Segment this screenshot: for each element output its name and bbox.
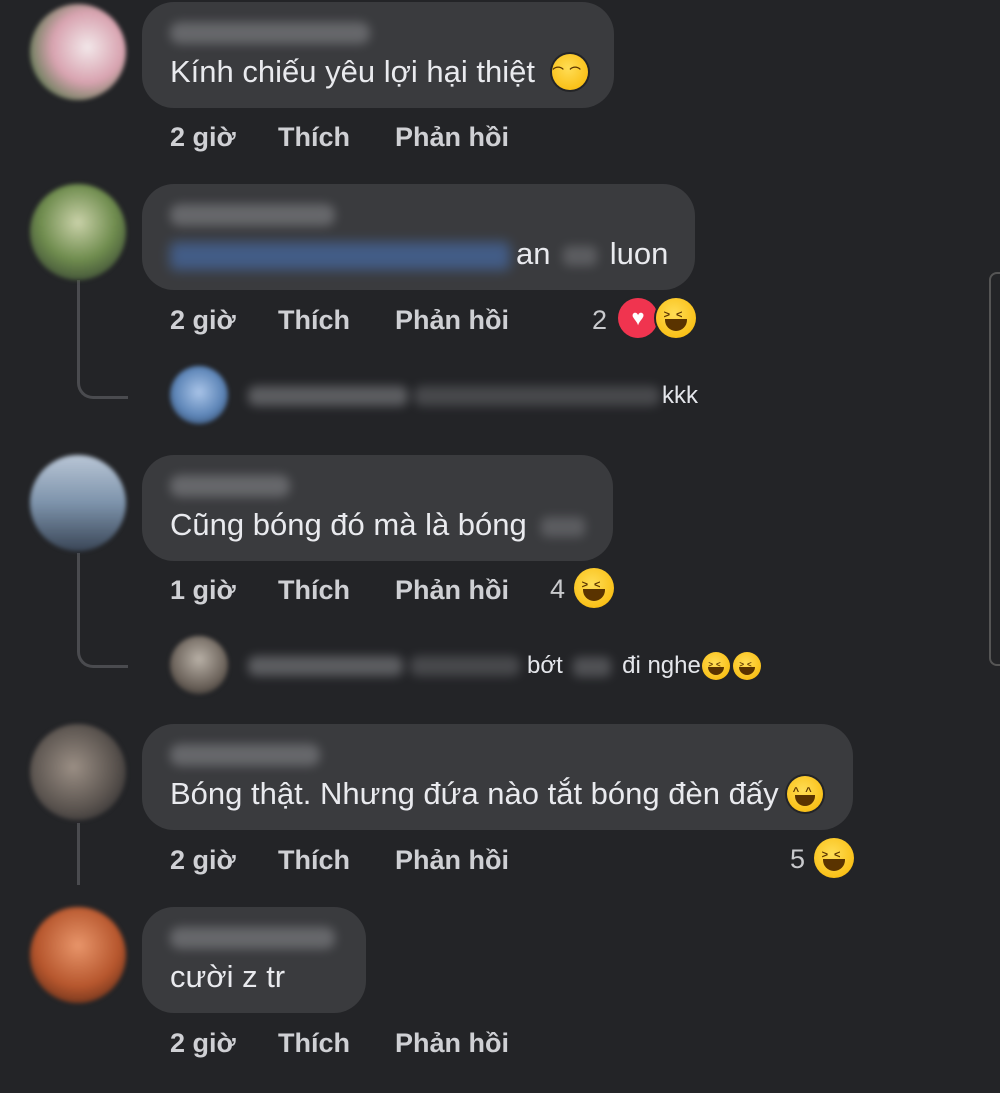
- like-button[interactable]: Thích: [278, 305, 350, 336]
- emoji-mouth: [582, 588, 606, 601]
- scrollbar[interactable]: [989, 272, 1000, 666]
- comment-bubble: Kính chiếu yêu lợi hại thiệt ⌒⌒: [142, 2, 614, 108]
- avatar[interactable]: [30, 724, 126, 820]
- reaction-count[interactable]: 2: [592, 305, 607, 336]
- reply-text-part: đi nghe: [622, 652, 701, 679]
- comment-text-part: an: [516, 236, 551, 271]
- emoji-mouth: [708, 666, 724, 675]
- author-name-blurred[interactable]: [170, 22, 370, 44]
- comment-bubble: Cũng bóng đó mà là bóng: [142, 455, 613, 561]
- reply-button[interactable]: Phản hồi: [395, 122, 509, 153]
- emoji-mouth: [795, 794, 816, 806]
- author-name-blurred[interactable]: [170, 744, 320, 766]
- comment-time[interactable]: 2 giờ: [170, 1028, 236, 1059]
- reply-row: bớt đi nghe >< ><: [170, 636, 790, 698]
- author-name-blurred[interactable]: [170, 927, 335, 949]
- reply-button[interactable]: Phản hồi: [395, 845, 509, 876]
- like-button[interactable]: Thích: [278, 122, 350, 153]
- laughing-reaction-icon[interactable]: ><: [814, 838, 854, 878]
- comment-bubble: Bóng thật. Nhưng đứa nào tắt bóng đèn đấ…: [142, 724, 853, 830]
- reply-text: bớt đi nghe: [527, 652, 701, 680]
- author-name-blurred[interactable]: [170, 475, 290, 497]
- reaction-count[interactable]: 4: [550, 574, 565, 605]
- comment-text-content: Cũng bóng đó mà là bóng: [170, 507, 527, 542]
- comment-text-content: Bóng thật. Nhưng đứa nào tắt bóng đèn đấ…: [170, 776, 779, 811]
- blurred-word: [541, 516, 586, 537]
- comment-time[interactable]: 2 giờ: [170, 305, 236, 336]
- comment-text-part: luon: [609, 236, 669, 271]
- reply-text-part: bớt: [527, 652, 563, 679]
- avatar[interactable]: [30, 455, 126, 551]
- comment-text: Bóng thật. Nhưng đứa nào tắt bóng đèn đấ…: [170, 776, 824, 812]
- avatar[interactable]: [30, 184, 126, 280]
- comment-text: cười z tr: [170, 959, 286, 994]
- heart-reaction-icon[interactable]: ♥: [618, 298, 658, 338]
- reply-text: kkk: [662, 382, 698, 409]
- grinning-face-icon: ^^: [787, 776, 824, 812]
- reply-author-blurred[interactable]: [248, 656, 403, 676]
- laughing-reaction-icon[interactable]: ><: [656, 298, 696, 338]
- like-button[interactable]: Thích: [278, 575, 350, 606]
- laughing-emoji-icon: ><: [733, 652, 761, 680]
- reaction-count[interactable]: 5: [790, 844, 805, 875]
- reply-button[interactable]: Phản hồi: [395, 1028, 509, 1059]
- thread-connector: [77, 340, 128, 399]
- emoji-eyes: ⌒⌒: [552, 67, 587, 80]
- thread-connector: [77, 613, 128, 668]
- comment-time[interactable]: 1 giờ: [170, 575, 236, 606]
- reply-text-blurred: [414, 386, 660, 406]
- comment-text: Kính chiếu yêu lợi hại thiệt ⌒⌒: [170, 54, 588, 90]
- laughing-reaction-icon[interactable]: ><: [574, 568, 614, 608]
- comment-bubble: cười z tr: [142, 907, 366, 1013]
- emoji-mouth: [822, 858, 846, 871]
- blurred-word: [573, 656, 612, 677]
- avatar[interactable]: [30, 4, 126, 100]
- laughing-emoji-icon: ><: [702, 652, 730, 680]
- like-button[interactable]: Thích: [278, 845, 350, 876]
- thread-line: [77, 553, 80, 613]
- emoji-mouth: [739, 666, 755, 675]
- avatar[interactable]: [30, 907, 126, 1003]
- thread-line: [77, 280, 80, 340]
- thread-line: [77, 823, 80, 885]
- like-button[interactable]: Thích: [278, 1028, 350, 1059]
- comment-text: an luon: [516, 236, 668, 272]
- author-name-blurred[interactable]: [170, 204, 335, 226]
- reply-button[interactable]: Phản hồi: [395, 575, 509, 606]
- emoji-mouth: [664, 318, 688, 331]
- relieved-face-icon: ⌒⌒: [551, 54, 588, 90]
- comment-text-content: Kính chiếu yêu lợi hại thiệt: [170, 54, 535, 89]
- comment-time[interactable]: 2 giờ: [170, 122, 236, 153]
- blurred-word: [563, 245, 598, 266]
- reply-author-blurred[interactable]: [248, 386, 408, 406]
- comment-bubble: an luon: [142, 184, 695, 290]
- reply-text-blurred: [410, 656, 520, 676]
- comment-time[interactable]: 2 giờ: [170, 845, 236, 876]
- reply-row: kkk: [170, 366, 730, 428]
- reply-button[interactable]: Phản hồi: [395, 305, 509, 336]
- comment-text: Cũng bóng đó mà là bóng: [170, 507, 586, 543]
- mention-link-blurred[interactable]: [170, 242, 510, 270]
